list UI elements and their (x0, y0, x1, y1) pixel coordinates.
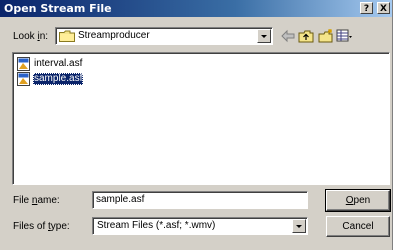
file-name-label: File name: (13, 195, 60, 206)
back-arrow-icon[interactable] (280, 28, 296, 44)
look-in-dropdown-arrow[interactable] (257, 29, 271, 43)
up-folder-icon[interactable] (298, 28, 314, 44)
look-in-value: Streamproducer (78, 30, 150, 41)
cancel-button[interactable]: Cancel (326, 216, 390, 237)
view-menu-icon[interactable] (336, 28, 352, 44)
files-of-type-dropdown[interactable]: Stream Files (*.asf; *.wmv) (92, 217, 308, 235)
look-in-label: Look in: (13, 31, 49, 42)
open-stream-file-dialog: Open Stream File ? X Look in: Streamprod… (0, 0, 393, 250)
files-of-type-value: Stream Files (*.asf; *.wmv) (97, 220, 216, 231)
title-bar[interactable]: Open Stream File ? X (0, 0, 392, 17)
file-name-value: sample.asf (96, 194, 145, 205)
file-name-interval: interval.asf (34, 58, 83, 69)
close-button[interactable]: X (377, 2, 390, 14)
asf-file-icon (17, 57, 30, 71)
folder-icon (59, 30, 75, 42)
window-title: Open Stream File (4, 2, 112, 15)
help-button[interactable]: ? (360, 2, 373, 14)
files-of-type-dropdown-arrow[interactable] (292, 219, 306, 233)
file-name-input[interactable]: sample.asf (92, 191, 308, 209)
open-button[interactable]: Open (325, 189, 391, 212)
asf-file-icon (17, 72, 30, 86)
file-name-sample: sample.asf (33, 73, 84, 85)
look-in-dropdown[interactable]: Streamproducer (55, 27, 273, 45)
file-list[interactable]: interval.asf sample.asf (12, 52, 390, 185)
new-folder-icon[interactable] (318, 28, 334, 44)
files-of-type-label: Files of type: (13, 221, 70, 232)
